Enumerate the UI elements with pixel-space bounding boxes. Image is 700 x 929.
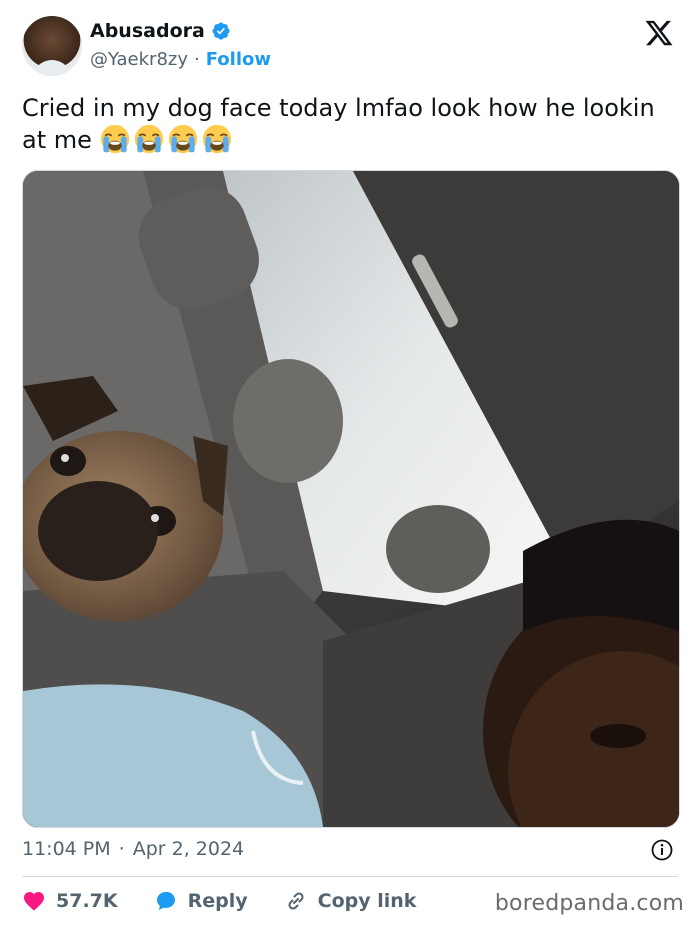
like-button[interactable]: 57.7K <box>22 889 118 913</box>
tweet-date[interactable]: Apr 2, 2024 <box>133 838 244 860</box>
tweet-text: Cried in my dog face today lmfao look ho… <box>22 92 662 156</box>
loudly-crying-face-emoji-icon <box>100 124 129 154</box>
verified-badge-icon <box>212 22 230 40</box>
loudly-crying-face-emoji-icon <box>168 124 197 154</box>
photo-illustration <box>23 171 679 827</box>
timestamp-row[interactable]: 11:04 PM · Apr 2, 2024 <box>22 838 244 860</box>
user-name-row: Abusadora <box>90 20 231 42</box>
loudly-crying-face-emoji-icon <box>202 124 231 154</box>
user-handle[interactable]: @Yaekr8zy <box>90 49 188 70</box>
watermark: boredpanda.com <box>494 891 684 916</box>
loudly-crying-face-emoji-icon <box>134 124 163 154</box>
reply-button[interactable]: Reply <box>154 889 248 913</box>
x-logo-icon[interactable] <box>644 18 674 48</box>
emoji-row <box>100 124 236 154</box>
action-bar: 57.7K Reply Copy link <box>22 886 452 916</box>
tweet-time[interactable]: 11:04 PM <box>22 838 111 860</box>
copy-link-label: Copy link <box>317 890 417 912</box>
separator: · <box>194 49 200 70</box>
info-icon[interactable] <box>650 838 674 862</box>
date-separator: · <box>118 838 125 860</box>
copy-link-button[interactable]: Copy link <box>284 889 417 913</box>
divider <box>22 876 678 877</box>
tweet-header: Abusadora @Yaekr8zy · Follow <box>22 16 682 78</box>
handle-row: @Yaekr8zy · Follow <box>90 49 271 70</box>
link-icon <box>288 892 304 910</box>
avatar[interactable] <box>22 16 82 76</box>
reply-label: Reply <box>187 890 248 912</box>
reply-bubble-icon <box>156 891 175 910</box>
heart-icon <box>24 892 44 911</box>
tweet-photo[interactable] <box>22 170 680 828</box>
follow-button[interactable]: Follow <box>206 49 271 70</box>
like-count: 57.7K <box>56 890 118 912</box>
user-name[interactable]: Abusadora <box>90 20 205 42</box>
